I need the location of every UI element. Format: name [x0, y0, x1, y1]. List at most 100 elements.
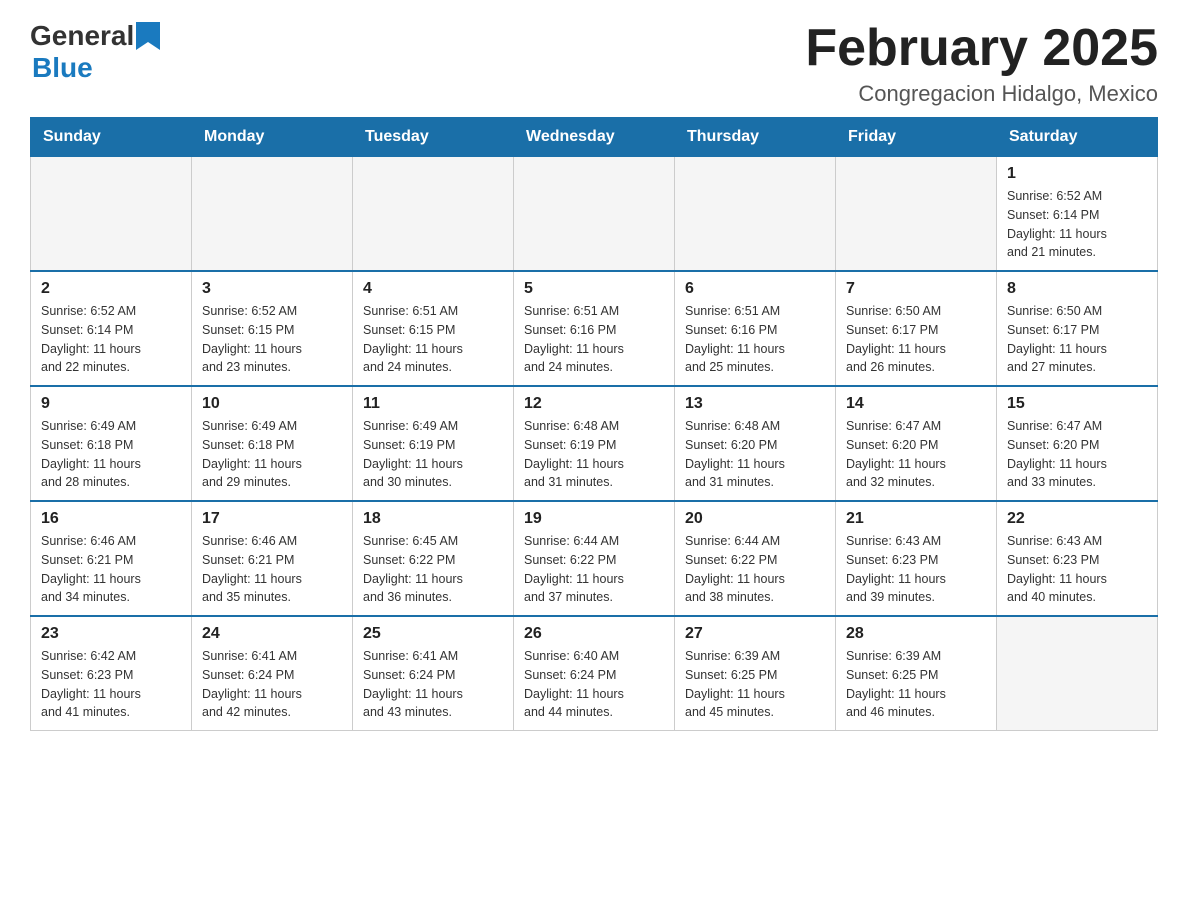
- day-info: Sunrise: 6:48 AM Sunset: 6:19 PM Dayligh…: [524, 417, 664, 492]
- day-number: 1: [1007, 165, 1147, 183]
- day-info: Sunrise: 6:44 AM Sunset: 6:22 PM Dayligh…: [685, 532, 825, 607]
- day-info: Sunrise: 6:46 AM Sunset: 6:21 PM Dayligh…: [41, 532, 181, 607]
- day-number: 2: [41, 280, 181, 298]
- day-info: Sunrise: 6:51 AM Sunset: 6:16 PM Dayligh…: [524, 302, 664, 377]
- table-row: [514, 157, 675, 272]
- table-row: 13Sunrise: 6:48 AM Sunset: 6:20 PM Dayli…: [675, 386, 836, 501]
- col-wednesday: Wednesday: [514, 118, 675, 157]
- day-number: 17: [202, 510, 342, 528]
- table-row: 23 Sunrise: 6:42 AM Sunset: 6:23 PM Dayli…: [31, 616, 192, 731]
- table-row: 4 Sunrise: 6:51 AM Sunset: 6:15 PM Daylig…: [353, 271, 514, 386]
- day-number: 10: [202, 395, 342, 413]
- day-number: 28: [846, 625, 986, 643]
- table-row: 14Sunrise: 6:47 AM Sunset: 6:20 PM Dayli…: [836, 386, 997, 501]
- day-number: 4: [363, 280, 503, 298]
- day-info: Sunrise: 6:50 AM Sunset: 6:17 PM Dayligh…: [846, 302, 986, 377]
- day-info: Sunrise: 6:41 AM Sunset: 6:24 PM Dayligh…: [363, 647, 503, 722]
- day-number: 11: [363, 395, 503, 413]
- table-row: 6 Sunrise: 6:51 AM Sunset: 6:16 PM Daylig…: [675, 271, 836, 386]
- table-row: 27 Sunrise: 6:39 AM Sunset: 6:25 PM Dayli…: [675, 616, 836, 731]
- table-row: [997, 616, 1158, 731]
- table-row: 20 Sunrise: 6:44 AM Sunset: 6:22 PM Dayli…: [675, 501, 836, 616]
- day-info: Sunrise: 6:52 AM Sunset: 6:15 PM Dayligh…: [202, 302, 342, 377]
- col-friday: Friday: [836, 118, 997, 157]
- table-row: 12 Sunrise: 6:48 AM Sunset: 6:19 PM Dayli…: [514, 386, 675, 501]
- month-title: February 2025: [805, 20, 1158, 77]
- day-info: Sunrise: 6:40 AM Sunset: 6:24 PM Dayligh…: [524, 647, 664, 722]
- day-number: 24: [202, 625, 342, 643]
- day-info: Sunrise: 6:52 AM Sunset: 6:14 PM Dayligh…: [41, 302, 181, 377]
- calendar-week-row: 16 Sunrise: 6:46 AM Sunset: 6:21 PM Dayli…: [31, 501, 1158, 616]
- day-number: 9: [41, 395, 181, 413]
- table-row: 8 Sunrise: 6:50 AM Sunset: 6:17 PM Daylig…: [997, 271, 1158, 386]
- day-number: 25: [363, 625, 503, 643]
- table-row: 9 Sunrise: 6:49 AM Sunset: 6:18 PM Daylig…: [31, 386, 192, 501]
- page-header: General Blue February 2025 Congregacion …: [30, 20, 1158, 107]
- logo-general: General: [30, 20, 134, 52]
- col-tuesday: Tuesday: [353, 118, 514, 157]
- day-info: Sunrise: 6:44 AM Sunset: 6:22 PM Dayligh…: [524, 532, 664, 607]
- location-title: Congregacion Hidalgo, Mexico: [805, 81, 1158, 107]
- calendar-week-row: 9 Sunrise: 6:49 AM Sunset: 6:18 PM Daylig…: [31, 386, 1158, 501]
- day-number: 3: [202, 280, 342, 298]
- day-info: Sunrise: 6:47 AM Sunset: 6:20 PM Dayligh…: [846, 417, 986, 492]
- calendar-week-row: 2 Sunrise: 6:52 AM Sunset: 6:14 PM Daylig…: [31, 271, 1158, 386]
- day-number: 19: [524, 510, 664, 528]
- day-number: 18: [363, 510, 503, 528]
- table-row: 24 Sunrise: 6:41 AM Sunset: 6:24 PM Dayli…: [192, 616, 353, 731]
- logo: General Blue: [30, 20, 162, 84]
- day-info: Sunrise: 6:43 AM Sunset: 6:23 PM Dayligh…: [846, 532, 986, 607]
- table-row: [192, 157, 353, 272]
- day-info: Sunrise: 6:52 AM Sunset: 6:14 PM Dayligh…: [1007, 187, 1147, 262]
- day-info: Sunrise: 6:45 AM Sunset: 6:22 PM Dayligh…: [363, 532, 503, 607]
- table-row: [353, 157, 514, 272]
- col-monday: Monday: [192, 118, 353, 157]
- day-info: Sunrise: 6:49 AM Sunset: 6:18 PM Dayligh…: [202, 417, 342, 492]
- table-row: 2 Sunrise: 6:52 AM Sunset: 6:14 PM Daylig…: [31, 271, 192, 386]
- day-number: 8: [1007, 280, 1147, 298]
- day-info: Sunrise: 6:49 AM Sunset: 6:19 PM Dayligh…: [363, 417, 503, 492]
- table-row: 10 Sunrise: 6:49 AM Sunset: 6:18 PM Dayli…: [192, 386, 353, 501]
- calendar-week-row: 23 Sunrise: 6:42 AM Sunset: 6:23 PM Dayli…: [31, 616, 1158, 731]
- day-info: Sunrise: 6:49 AM Sunset: 6:18 PM Dayligh…: [41, 417, 181, 492]
- table-row: 7 Sunrise: 6:50 AM Sunset: 6:17 PM Daylig…: [836, 271, 997, 386]
- col-saturday: Saturday: [997, 118, 1158, 157]
- day-number: 16: [41, 510, 181, 528]
- table-row: [31, 157, 192, 272]
- day-number: 27: [685, 625, 825, 643]
- day-info: Sunrise: 6:50 AM Sunset: 6:17 PM Dayligh…: [1007, 302, 1147, 377]
- day-info: Sunrise: 6:43 AM Sunset: 6:23 PM Dayligh…: [1007, 532, 1147, 607]
- day-number: 15: [1007, 395, 1147, 413]
- table-row: 28 Sunrise: 6:39 AM Sunset: 6:25 PM Dayli…: [836, 616, 997, 731]
- table-row: 26 Sunrise: 6:40 AM Sunset: 6:24 PM Dayli…: [514, 616, 675, 731]
- day-number: 7: [846, 280, 986, 298]
- day-number: 22: [1007, 510, 1147, 528]
- day-number: 6: [685, 280, 825, 298]
- day-number: 13: [685, 395, 825, 413]
- table-row: 16 Sunrise: 6:46 AM Sunset: 6:21 PM Dayli…: [31, 501, 192, 616]
- logo-blue: Blue: [32, 52, 162, 84]
- day-info: Sunrise: 6:39 AM Sunset: 6:25 PM Dayligh…: [685, 647, 825, 722]
- day-info: Sunrise: 6:42 AM Sunset: 6:23 PM Dayligh…: [41, 647, 181, 722]
- day-number: 23: [41, 625, 181, 643]
- table-row: 17 Sunrise: 6:46 AM Sunset: 6:21 PM Dayli…: [192, 501, 353, 616]
- day-info: Sunrise: 6:47 AM Sunset: 6:20 PM Dayligh…: [1007, 417, 1147, 492]
- day-number: 20: [685, 510, 825, 528]
- logo-icon: [136, 22, 160, 50]
- day-info: Sunrise: 6:51 AM Sunset: 6:15 PM Dayligh…: [363, 302, 503, 377]
- calendar-week-row: 1 Sunrise: 6:52 AM Sunset: 6:14 PM Daylig…: [31, 157, 1158, 272]
- day-number: 21: [846, 510, 986, 528]
- day-info: Sunrise: 6:41 AM Sunset: 6:24 PM Dayligh…: [202, 647, 342, 722]
- table-row: 5Sunrise: 6:51 AM Sunset: 6:16 PM Daylig…: [514, 271, 675, 386]
- table-row: [836, 157, 997, 272]
- day-info: Sunrise: 6:39 AM Sunset: 6:25 PM Dayligh…: [846, 647, 986, 722]
- table-row: 22 Sunrise: 6:43 AM Sunset: 6:23 PM Dayli…: [997, 501, 1158, 616]
- table-row: 3 Sunrise: 6:52 AM Sunset: 6:15 PM Daylig…: [192, 271, 353, 386]
- day-number: 12: [524, 395, 664, 413]
- table-row: 15 Sunrise: 6:47 AM Sunset: 6:20 PM Dayli…: [997, 386, 1158, 501]
- table-row: 25 Sunrise: 6:41 AM Sunset: 6:24 PM Dayli…: [353, 616, 514, 731]
- table-row: 18 Sunrise: 6:45 AM Sunset: 6:22 PM Dayli…: [353, 501, 514, 616]
- day-number: 26: [524, 625, 664, 643]
- day-info: Sunrise: 6:46 AM Sunset: 6:21 PM Dayligh…: [202, 532, 342, 607]
- day-info: Sunrise: 6:51 AM Sunset: 6:16 PM Dayligh…: [685, 302, 825, 377]
